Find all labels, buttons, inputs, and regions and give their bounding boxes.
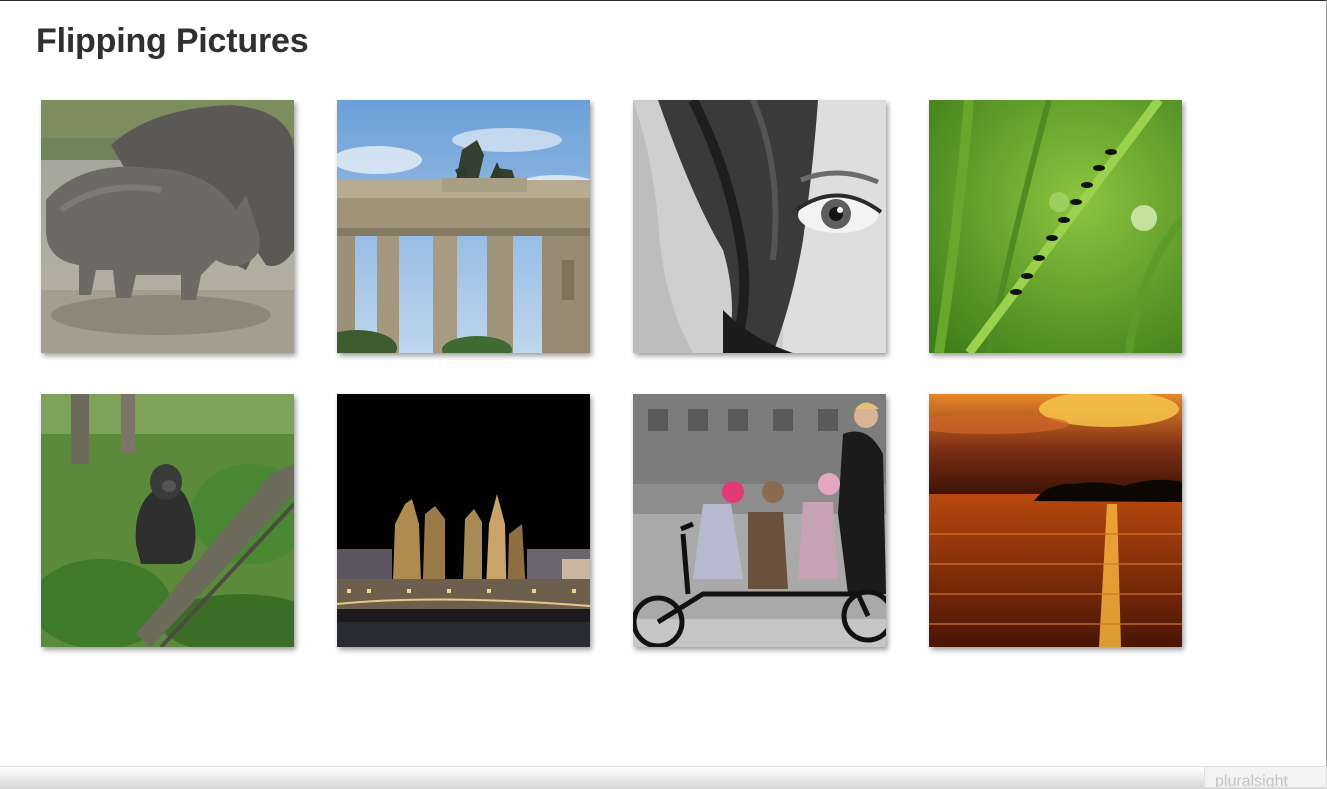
gallery-tile-rhinos[interactable] [41, 100, 294, 353]
rhino-photo [41, 100, 294, 353]
page-title: Flipping Pictures [36, 22, 309, 60]
ants-photo [929, 100, 1182, 353]
sunset-photo [929, 394, 1182, 647]
bicycle-photo [633, 394, 886, 647]
bottom-bar [0, 766, 1327, 789]
eye-photo [633, 100, 886, 353]
top-border [0, 0, 1327, 1]
gallery-tile-brandenburg-gate[interactable] [337, 100, 590, 353]
gorilla-photo [41, 394, 294, 647]
gallery-tile-city-night[interactable] [337, 394, 590, 647]
gallery-tile-sunset[interactable] [929, 394, 1182, 647]
city-photo [337, 394, 590, 647]
picture-gallery [41, 100, 1182, 647]
gallery-tile-ants-on-grass[interactable] [929, 100, 1182, 353]
gallery-tile-eye-portrait[interactable] [633, 100, 886, 353]
gallery-tile-tandem-bicycle[interactable] [633, 394, 886, 647]
gallery-tile-gorilla[interactable] [41, 394, 294, 647]
watermark-text: pluralsight [1215, 773, 1288, 788]
pluralsight-watermark: pluralsight [1204, 766, 1327, 788]
gate-photo [337, 100, 590, 353]
